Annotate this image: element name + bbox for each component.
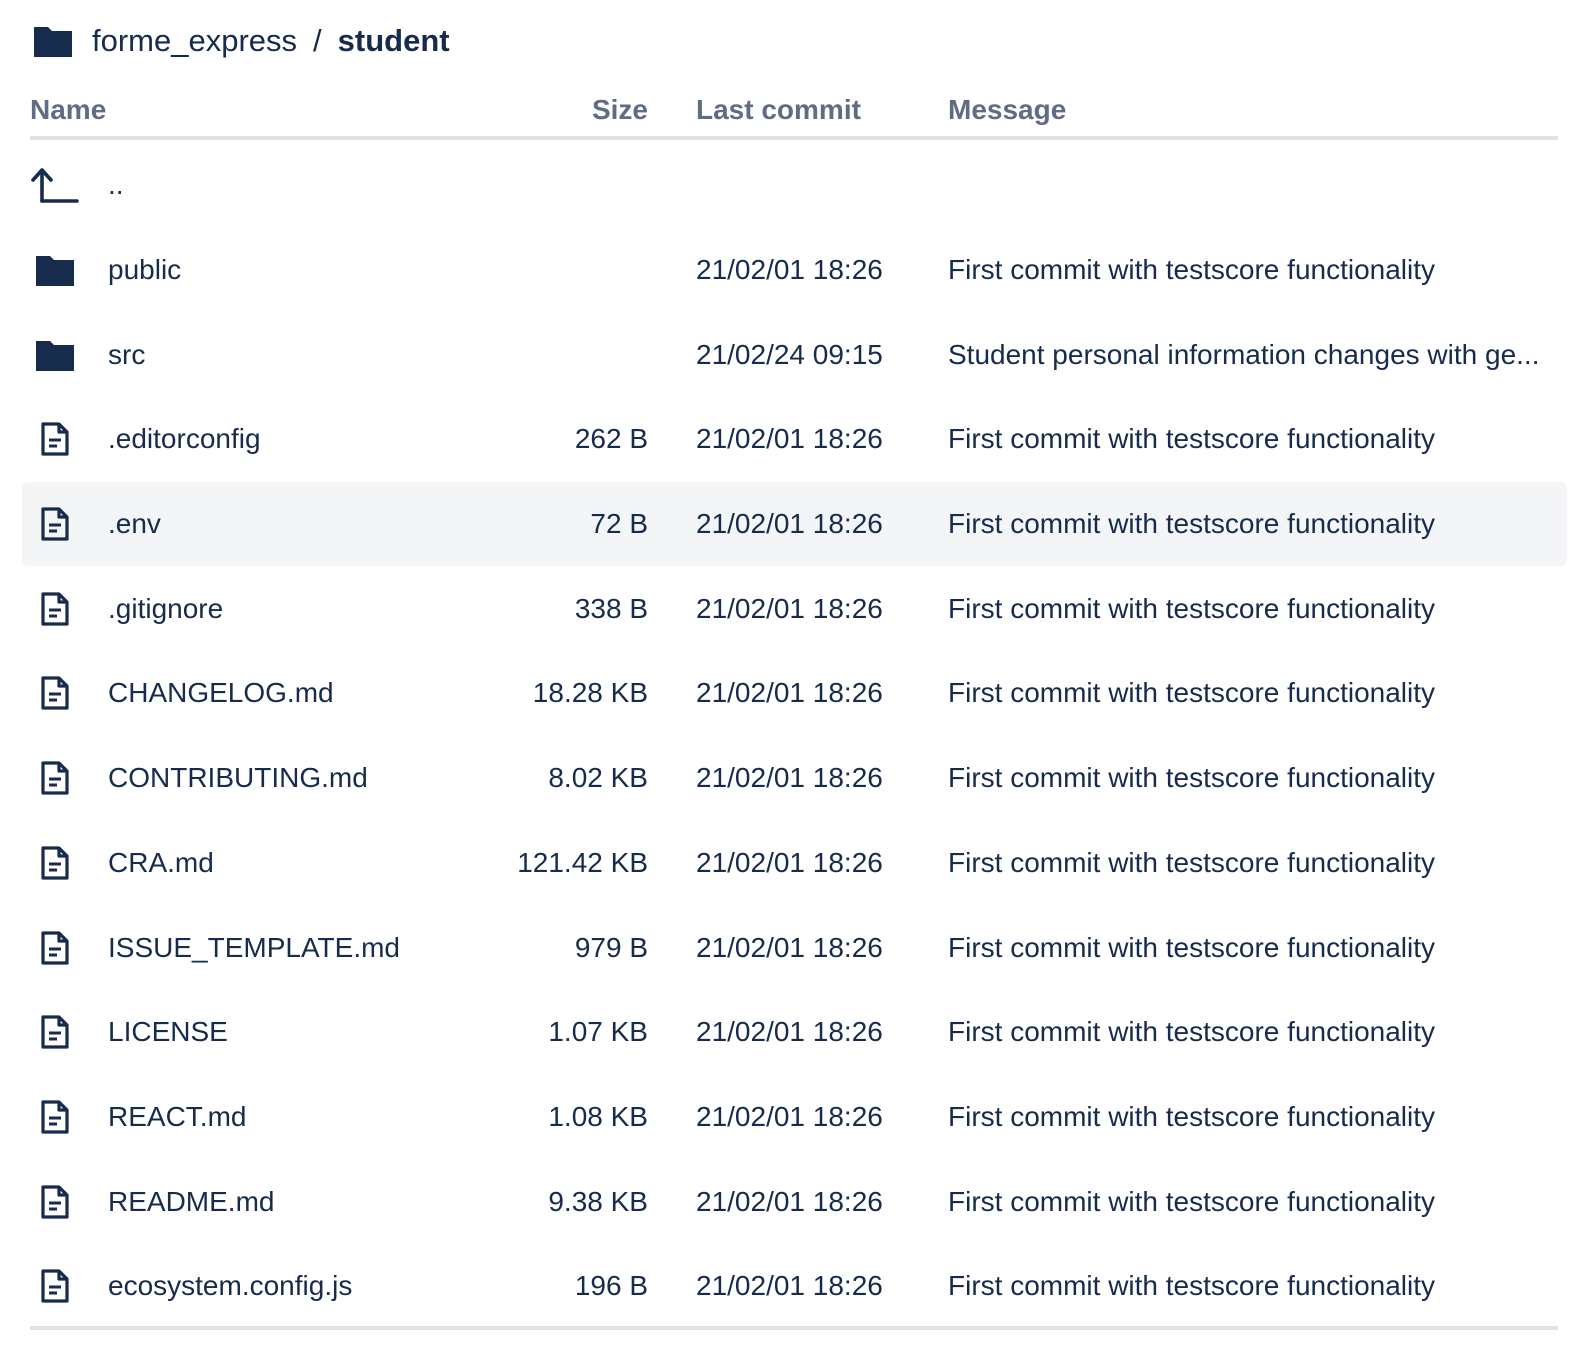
file-icon — [30, 1010, 80, 1054]
file-icon — [30, 502, 80, 546]
last-commit-date: 21/02/01 18:26 — [696, 762, 883, 794]
breadcrumb-separator: / — [313, 23, 322, 58]
file-size: 72 B — [590, 508, 648, 540]
file-name[interactable]: ISSUE_TEMPLATE.md — [108, 932, 400, 964]
last-commit-date: 21/02/01 18:26 — [696, 1100, 883, 1132]
last-commit-date: 21/02/24 09:15 — [696, 338, 883, 370]
last-commit-date: 21/02/01 18:26 — [696, 846, 883, 878]
breadcrumb: forme_express / student — [32, 18, 450, 64]
table-row[interactable]: .editorconfig 262 B 21/02/01 18:26 First co… — [22, 397, 1567, 482]
table-row[interactable]: CRA.md 121.42 KB 21/02/01 18:26 First commi… — [22, 821, 1567, 906]
file-name[interactable]: .gitignore — [108, 593, 223, 625]
last-commit-date: 21/02/01 18:26 — [696, 254, 883, 286]
file-list: .. public 21/02/01 18:26 First commit with … — [22, 143, 1567, 1329]
file-name[interactable]: LICENSE — [108, 1016, 228, 1048]
commit-message: First commit with testscore functionalit… — [948, 762, 1436, 794]
file-icon — [30, 587, 80, 631]
file-size: 338 B — [574, 592, 648, 624]
table-row[interactable]: CONTRIBUTING.md 8.02 KB 21/02/01 18:26 Firs… — [22, 736, 1567, 821]
column-header-last-commit[interactable]: Last commit — [696, 94, 861, 126]
commit-message: First commit with testscore functionalit… — [948, 1016, 1436, 1048]
last-commit-date: 21/02/01 18:26 — [696, 1185, 883, 1217]
file-icon — [30, 671, 80, 715]
commit-message: First commit with testscore functionalit… — [948, 508, 1436, 540]
file-size: 196 B — [574, 1270, 648, 1302]
folder-icon — [32, 23, 74, 59]
file-size: 121.42 KB — [517, 846, 648, 878]
commit-message: First commit with testscore functionalit… — [948, 254, 1436, 286]
column-header-name[interactable]: Name — [30, 94, 106, 126]
file-size: 18.28 KB — [532, 677, 648, 709]
file-size: 8.02 KB — [548, 762, 648, 794]
breadcrumb-parent-link[interactable]: forme_express — [92, 23, 297, 59]
file-name[interactable]: .env — [108, 508, 161, 540]
file-name[interactable]: ecosystem.config.js — [108, 1270, 352, 1302]
table-header: Name Size Last commit Message — [30, 88, 1558, 140]
file-name[interactable]: CONTRIBUTING.md — [108, 762, 368, 794]
table-row[interactable]: src 21/02/24 09:15 Student personal inform… — [22, 312, 1567, 397]
table-row[interactable]: public 21/02/01 18:26 First commit with te… — [22, 228, 1567, 313]
commit-message: Student personal information changes wit… — [948, 338, 1540, 370]
file-name[interactable]: README.md — [108, 1186, 274, 1218]
table-row[interactable]: ISSUE_TEMPLATE.md 979 B 21/02/01 18:26 Firs… — [22, 905, 1567, 990]
last-commit-date: 21/02/01 18:26 — [696, 677, 883, 709]
file-icon — [30, 841, 80, 885]
file-icon — [30, 1264, 80, 1308]
file-name[interactable]: CHANGELOG.md — [108, 677, 334, 709]
table-bottom-divider — [30, 1326, 1558, 1330]
file-size: 262 B — [574, 423, 648, 455]
file-name[interactable]: public — [108, 254, 181, 286]
table-row[interactable]: .gitignore 338 B 21/02/01 18:26 First commi… — [22, 566, 1567, 651]
last-commit-date: 21/02/01 18:26 — [696, 508, 883, 540]
file-browser: forme_express / student Name Size Last c… — [0, 0, 1592, 1362]
file-icon — [30, 1180, 80, 1224]
commit-message: First commit with testscore functionalit… — [948, 846, 1436, 878]
commit-message: First commit with testscore functionalit… — [948, 423, 1436, 455]
column-header-message[interactable]: Message — [948, 94, 1066, 126]
file-name[interactable]: REACT.md — [108, 1101, 246, 1133]
commit-message: First commit with testscore functionalit… — [948, 1270, 1436, 1302]
column-header-size[interactable]: Size — [592, 94, 648, 126]
breadcrumb-current: student — [337, 23, 450, 58]
table-row[interactable]: CHANGELOG.md 18.28 KB 21/02/01 18:26 First … — [22, 651, 1567, 736]
commit-message: First commit with testscore functionalit… — [948, 592, 1436, 624]
table-row[interactable]: REACT.md 1.08 KB 21/02/01 18:26 First commi… — [22, 1075, 1567, 1160]
file-name[interactable]: .editorconfig — [108, 423, 261, 455]
last-commit-date: 21/02/01 18:26 — [696, 1016, 883, 1048]
parent-directory-icon — [30, 163, 80, 207]
commit-message: First commit with testscore functionalit… — [948, 677, 1436, 709]
commit-message: First commit with testscore functionalit… — [948, 931, 1436, 963]
table-row[interactable]: .env 72 B 21/02/01 18:26 First commit with … — [22, 481, 1567, 567]
file-size: 979 B — [574, 931, 648, 963]
file-name[interactable]: CRA.md — [108, 847, 214, 879]
file-size: 1.08 KB — [548, 1100, 648, 1132]
parent-directory-row[interactable]: .. — [22, 143, 1567, 228]
file-name[interactable]: src — [108, 339, 145, 371]
folder-icon — [30, 333, 80, 377]
last-commit-date: 21/02/01 18:26 — [696, 592, 883, 624]
table-row[interactable]: README.md 9.38 KB 21/02/01 18:26 First comm… — [22, 1159, 1567, 1244]
file-icon — [30, 1095, 80, 1139]
table-row[interactable]: LICENSE 1.07 KB 21/02/01 18:26 First commit… — [22, 990, 1567, 1075]
file-size: 9.38 KB — [548, 1185, 648, 1217]
table-row[interactable]: ecosystem.config.js 196 B 21/02/01 18:26 Fi… — [22, 1244, 1567, 1329]
last-commit-date: 21/02/01 18:26 — [696, 1270, 883, 1302]
file-size: 1.07 KB — [548, 1016, 648, 1048]
last-commit-date: 21/02/01 18:26 — [696, 931, 883, 963]
file-name[interactable]: .. — [108, 169, 124, 201]
last-commit-date: 21/02/01 18:26 — [696, 423, 883, 455]
file-icon — [30, 756, 80, 800]
folder-icon — [30, 248, 80, 292]
file-icon — [30, 417, 80, 461]
file-icon — [30, 926, 80, 970]
commit-message: First commit with testscore functionalit… — [948, 1185, 1436, 1217]
commit-message: First commit with testscore functionalit… — [948, 1100, 1436, 1132]
